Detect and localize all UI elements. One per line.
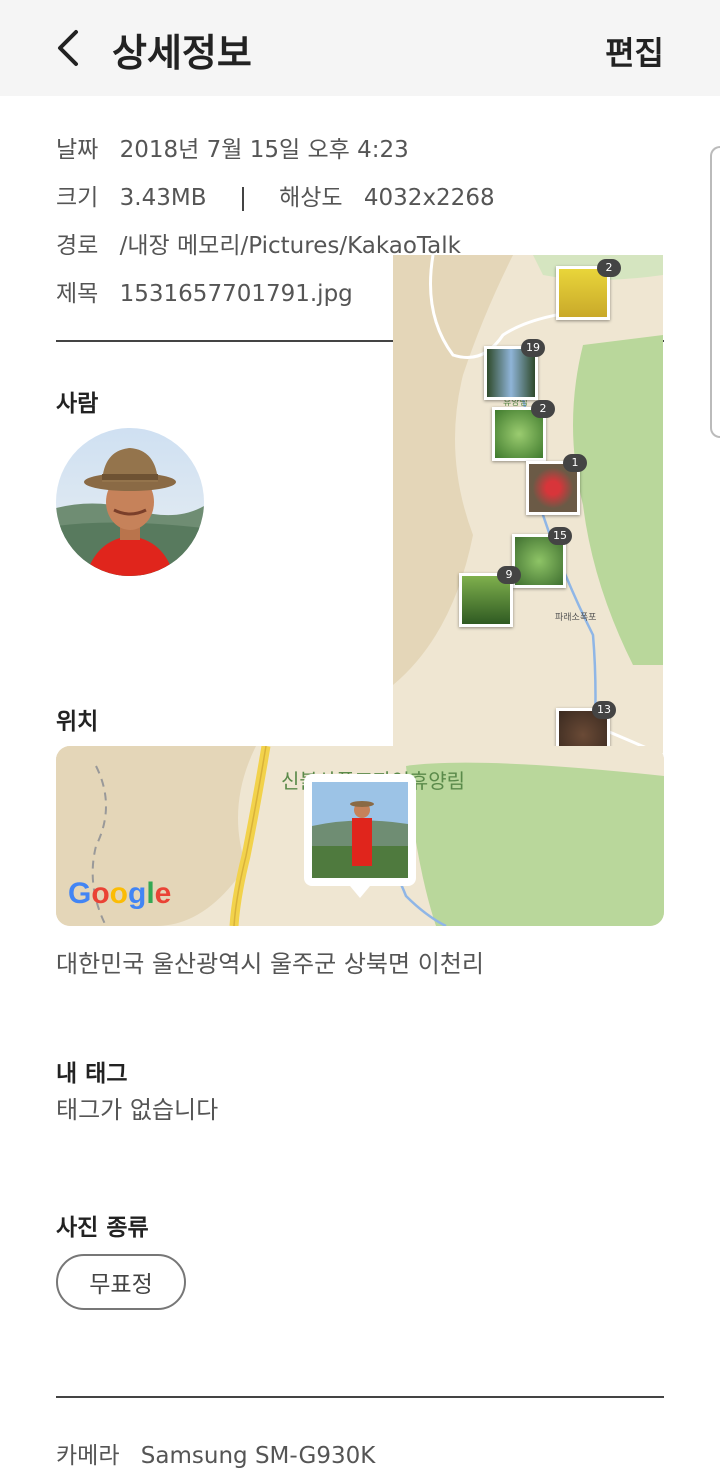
size-value: 3.43MB [119, 185, 207, 211]
edge-panel-handle[interactable] [710, 146, 720, 438]
page-title: 상세정보 [112, 31, 252, 75]
size-row: 크기 3.43MB 해상도 4032x2268 [56, 178, 495, 212]
date-row: 날짜 2018년 7월 15일 오후 4:23 [56, 130, 409, 164]
location-map-canvas: 신불산폭포자연휴양림 Google [56, 746, 664, 926]
location-map[interactable]: 신불산폭포자연휴양림 Google [56, 746, 664, 926]
location-section-title: 위치 [56, 709, 99, 735]
edit-button[interactable]: 편집 [605, 28, 664, 74]
filename-value: 1531657701791.jpg [119, 281, 353, 307]
separator [241, 186, 244, 211]
back-button[interactable] [44, 24, 92, 72]
count-badge: 13 [592, 701, 616, 719]
google-logo: Google [68, 877, 171, 910]
address-text: 대한민국 울산광역시 울주군 상북면 이천리 [56, 950, 484, 978]
count-badge: 19 [521, 339, 545, 357]
count-badge: 9 [497, 566, 521, 584]
path-label: 경로 [56, 233, 99, 259]
count-badge: 2 [531, 400, 555, 418]
resolution-label: 해상도 [279, 185, 343, 211]
divider [56, 1396, 664, 1398]
map-waterfall-label: 파래소폭포 [555, 612, 596, 623]
person-photo [56, 428, 204, 576]
cluster-map-popup[interactable]: 휴양림 파래소폭포 2 19 2 1 15 9 13 [393, 255, 663, 761]
filename-row: 제목 1531657701791.jpg [56, 274, 353, 308]
count-badge: 1 [563, 454, 587, 472]
count-badge: 2 [597, 259, 621, 277]
tags-section-title: 내 태그 [56, 1061, 128, 1087]
photo-type-section-title: 사진 종류 [56, 1215, 149, 1241]
camera-row: 카메라 Samsung SM-G930K [56, 1436, 375, 1470]
people-section-title: 사람 [56, 391, 99, 417]
size-label: 크기 [56, 185, 99, 211]
date-value: 2018년 7월 15일 오후 4:23 [119, 137, 409, 163]
count-badge: 15 [548, 527, 572, 545]
camera-value: Samsung SM-G930K [140, 1443, 376, 1469]
back-arrow-icon [58, 30, 78, 66]
resolution-value: 4032x2268 [363, 185, 495, 211]
date-label: 날짜 [56, 137, 99, 163]
location-photo-pin [304, 774, 416, 898]
app-bar: 상세정보 편집 [0, 0, 720, 96]
tags-empty-text: 태그가 없습니다 [56, 1096, 219, 1124]
filename-label: 제목 [56, 281, 99, 307]
person-avatar[interactable] [56, 428, 204, 576]
photo-type-chip[interactable]: 무표정 [56, 1254, 186, 1310]
camera-label: 카메라 [56, 1443, 120, 1469]
